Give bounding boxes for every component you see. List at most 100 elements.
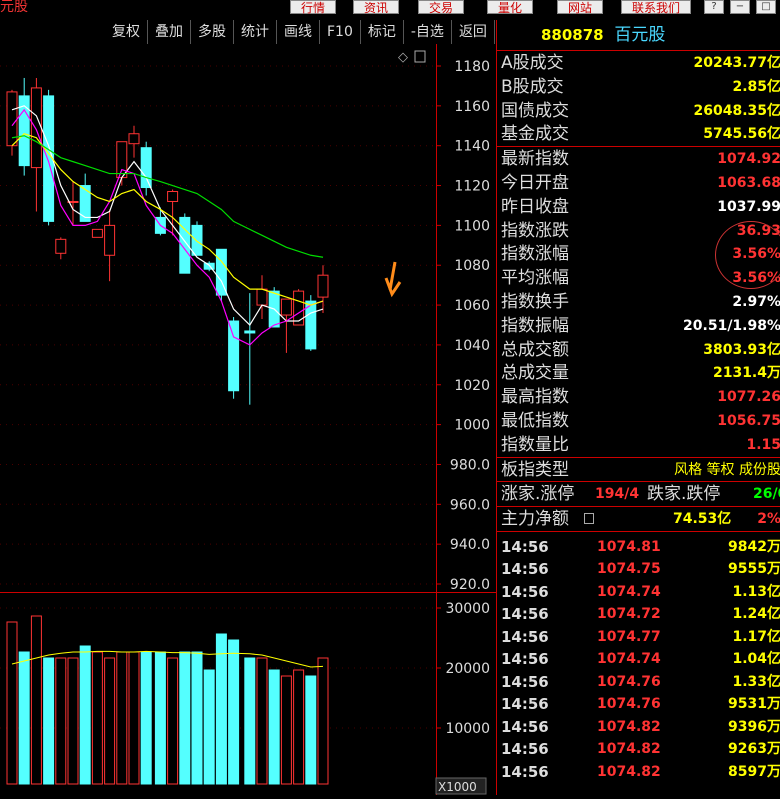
quotes-button[interactable]: 行情 xyxy=(290,0,337,15)
quant-button[interactable]: 量化 xyxy=(487,0,534,15)
main-flow-row: 主力净额 74.53亿 2% xyxy=(497,507,780,532)
volume-bar xyxy=(215,633,227,785)
index-stat-label: 昨日收盘 xyxy=(501,196,569,217)
candle-down xyxy=(203,262,215,270)
index-stat-value: 1063.68 xyxy=(717,174,780,191)
volume-bar xyxy=(104,657,116,785)
main-flow-label: 主力净额 xyxy=(501,509,569,530)
chart-toolbar: 复权 叠加 多股 统计 画线 F10 标记 -自选 返回 xyxy=(105,20,495,44)
tick-volume: 1.33亿 xyxy=(732,673,780,690)
f10-button[interactable]: F10 xyxy=(320,20,361,44)
index-stat-row: 最高指数 1077.26 xyxy=(497,385,780,409)
tick-time: 14:56 xyxy=(501,627,549,646)
candle-down xyxy=(228,320,240,392)
news-button[interactable]: 资讯 xyxy=(353,0,400,15)
candle-up xyxy=(55,238,67,254)
tick-volume: 1.13亿 xyxy=(732,583,780,600)
index-stat-row: 总成交额 3803.93亿 xyxy=(497,338,780,362)
top-bar: 元股 行情 资讯 交易 量化 网站 联系我们 ? − □ xyxy=(0,0,780,20)
tick-row: 14:56 1074.77 1.17亿 xyxy=(497,626,780,648)
turnover-label: A股成交 xyxy=(501,53,564,73)
kline-chart-area[interactable]: 1180 1160 1140 1120 1100 1080 1060 1040 1020 1000… xyxy=(0,44,496,795)
tick-time: 14:56 xyxy=(501,695,549,714)
list-icon[interactable] xyxy=(584,513,594,525)
volume-bar xyxy=(244,657,256,785)
main-flow-value: 74.53亿 xyxy=(673,511,732,528)
turnover-label: 国债成交 xyxy=(501,100,569,121)
index-stat-value: 1074.92 xyxy=(717,151,780,168)
decliners-value: 26/0 xyxy=(753,486,780,503)
statistics-button[interactable]: 统计 xyxy=(234,20,277,44)
tick-volume: 1.17亿 xyxy=(732,628,780,645)
index-stat-label: 最新指数 xyxy=(501,149,569,170)
tick-row: 14:56 1074.82 8597万 xyxy=(497,761,780,783)
volume-bar xyxy=(154,651,166,785)
volume-bar xyxy=(293,669,305,785)
tick-row: 14:56 1074.74 1.13亿 xyxy=(497,581,780,603)
volume-bar xyxy=(116,651,128,785)
volume-bar xyxy=(91,651,103,785)
tick-time: 14:56 xyxy=(501,560,549,579)
volume-bar xyxy=(30,615,42,785)
contact-us-button[interactable]: 联系我们 xyxy=(621,0,692,15)
tick-time: 14:56 xyxy=(501,605,549,624)
back-button[interactable]: 返回 xyxy=(452,20,495,44)
candle-down xyxy=(140,147,152,189)
adjust-button[interactable]: 复权 xyxy=(105,20,148,44)
candle-up xyxy=(293,290,305,326)
help-icon[interactable]: ? xyxy=(704,0,724,14)
candle-up xyxy=(104,224,116,256)
website-button[interactable]: 网站 xyxy=(557,0,604,15)
index-stat-label: 最低指数 xyxy=(501,410,569,431)
tick-time: 14:56 xyxy=(501,717,549,736)
candle-down xyxy=(191,224,203,256)
index-type-value: 风格 等权 成份股 xyxy=(674,461,780,478)
index-type-label: 板指类型 xyxy=(501,459,569,480)
tick-volume: 1.04亿 xyxy=(732,651,780,668)
candle-down xyxy=(244,330,256,334)
index-stat-label: 指数振幅 xyxy=(501,315,569,336)
turnover-value: 2.85亿 xyxy=(732,78,780,95)
index-stat-value: 2.97% xyxy=(732,293,780,310)
tick-row: 14:56 1074.76 9531万 xyxy=(497,693,780,715)
advancers-value: 194/4 xyxy=(595,486,640,503)
tick-price: 1074.72 xyxy=(597,606,661,623)
turnover-label: B股成交 xyxy=(501,76,564,97)
tick-volume: 8597万 xyxy=(728,763,780,780)
volume-bar xyxy=(280,675,292,785)
security-name: 百元股 xyxy=(614,25,666,45)
turnover-value: 5745.56亿 xyxy=(703,126,780,143)
candlestick-chart[interactable]: 1180 1160 1140 1120 1100 1080 1060 1040 1020 1000… xyxy=(0,44,496,795)
volume-bar xyxy=(67,657,79,785)
overlay-button[interactable]: 叠加 xyxy=(148,20,191,44)
maximize-icon[interactable]: □ xyxy=(756,0,776,14)
draw-line-button[interactable]: 画线 xyxy=(277,20,320,44)
tick-row: 14:56 1074.72 1.24亿 xyxy=(497,603,780,625)
highlight-circle xyxy=(715,221,780,290)
volume-bar xyxy=(140,651,152,785)
volume-bar xyxy=(6,621,18,785)
tick-row: 14:56 1074.82 9396万 xyxy=(497,716,780,738)
index-stat-value: 1056.75 xyxy=(717,412,780,429)
remove-watchlist-button[interactable]: -自选 xyxy=(404,20,452,44)
price-tick-label: 1080 xyxy=(454,258,490,274)
candle-up xyxy=(30,87,42,169)
index-stat-value: 3803.93亿 xyxy=(703,341,780,358)
tick-volume: 9842万 xyxy=(728,538,780,555)
multi-stock-button[interactable]: 多股 xyxy=(191,20,234,44)
tick-row: 14:56 1074.76 1.33亿 xyxy=(497,671,780,693)
arrow-icon xyxy=(384,261,402,298)
tick-row: 14:56 1074.75 9555万 xyxy=(497,558,780,580)
trade-button[interactable]: 交易 xyxy=(418,0,465,15)
index-stat-label: 最高指数 xyxy=(501,387,569,408)
mark-button[interactable]: 标记 xyxy=(361,20,404,44)
turnover-value: 26048.35亿 xyxy=(693,102,780,119)
tick-time: 14:56 xyxy=(501,740,549,759)
tick-list[interactable]: 14:56 1074.81 9842万 14:56 1074.75 9555万 14:56 1… xyxy=(497,536,780,788)
volume-bar xyxy=(305,675,317,785)
tick-time: 14:56 xyxy=(501,672,549,691)
minimize-icon[interactable]: − xyxy=(730,0,750,14)
advancers-label: 涨家.涨停 xyxy=(501,484,575,505)
volume-tick-label: 10000 xyxy=(445,721,490,737)
price-tick-label: 1180 xyxy=(454,59,490,75)
